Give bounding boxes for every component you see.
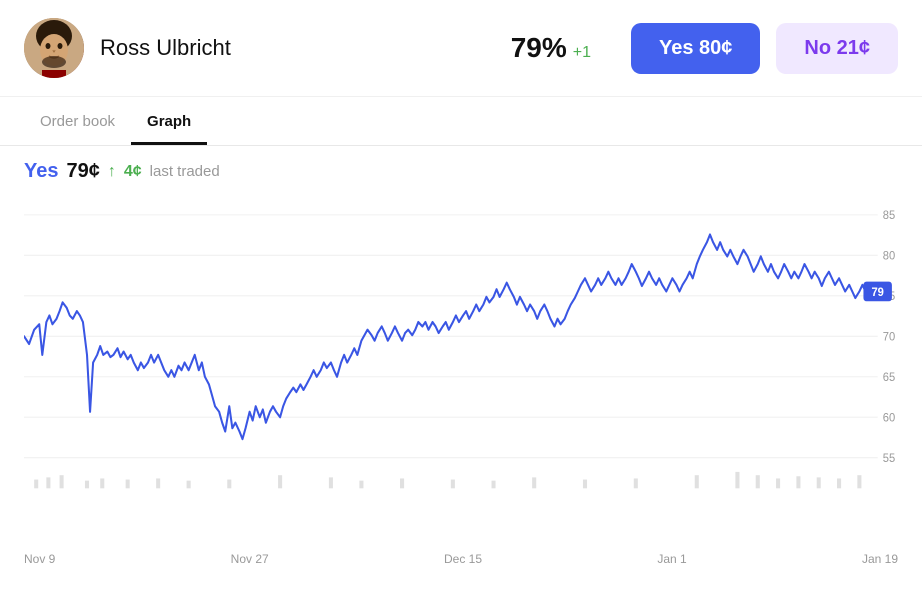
svg-text:70: 70 — [883, 330, 895, 343]
svg-text:79: 79 — [871, 285, 884, 298]
header: Ross Ulbricht 79% +1 Yes 80¢ No 21¢ — [0, 0, 922, 97]
tab-graph[interactable]: Graph — [131, 101, 207, 145]
avatar-image — [24, 18, 84, 78]
percentage-group: 79% +1 — [511, 32, 591, 64]
x-axis-labels: Nov 9 Nov 27 Dec 15 Jan 1 Jan 19 — [24, 548, 898, 566]
avatar — [24, 18, 84, 78]
up-arrow-icon: ↑ — [108, 163, 116, 181]
tabs-bar: Order book Graph — [0, 101, 922, 146]
price-change: 4¢ — [124, 163, 142, 181]
no-button[interactable]: No 21¢ — [776, 23, 898, 74]
x-label-jan19: Jan 19 — [862, 552, 898, 566]
x-label-jan1: Jan 1 — [657, 552, 686, 566]
chart-header: Yes 79¢ ↑ 4¢ last traded — [0, 146, 922, 183]
svg-text:60: 60 — [883, 411, 895, 424]
x-label-dec15: Dec 15 — [444, 552, 482, 566]
svg-text:85: 85 — [883, 209, 895, 222]
yes-button[interactable]: Yes 80¢ — [631, 23, 760, 74]
price-chart[interactable]: 85 80 75 70 65 60 55 — [24, 193, 898, 543]
person-name: Ross Ulbricht — [100, 35, 495, 61]
chart-container: 85 80 75 70 65 60 55 — [24, 193, 898, 543]
tab-order-book[interactable]: Order book — [24, 101, 131, 145]
svg-text:65: 65 — [883, 371, 895, 384]
x-label-nov9: Nov 9 — [24, 552, 55, 566]
percentage-change: +1 — [573, 44, 591, 62]
price-yes-label: Yes — [24, 160, 58, 183]
svg-text:55: 55 — [883, 452, 895, 465]
price-amount: 79¢ — [66, 160, 99, 183]
svg-text:80: 80 — [883, 249, 895, 262]
price-line: Yes 79¢ ↑ 4¢ last traded — [24, 160, 898, 183]
percentage-value: 79% — [511, 32, 567, 64]
x-label-nov27: Nov 27 — [231, 552, 269, 566]
price-description: last traded — [150, 163, 220, 180]
